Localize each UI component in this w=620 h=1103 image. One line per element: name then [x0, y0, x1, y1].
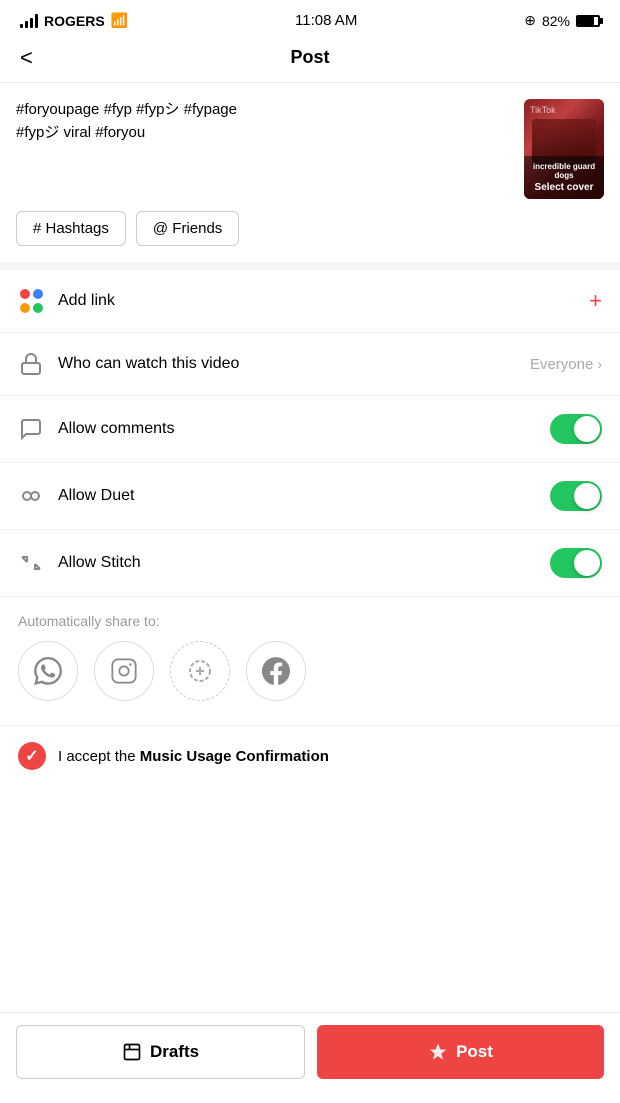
who-can-watch-value: Everyone › [530, 356, 602, 373]
status-left: ROGERS 📶 [20, 12, 128, 29]
friends-button[interactable]: @ Friends [136, 211, 239, 246]
drafts-icon [122, 1042, 142, 1062]
whatsapp-share-button[interactable] [18, 641, 78, 701]
status-bar: ROGERS 📶 11:08 AM ⊕ 82% [0, 0, 620, 37]
video-thumbnail[interactable]: TikTok incredible guard dogs Select cove… [524, 99, 604, 199]
tag-buttons: # Hashtags @ Friends [0, 211, 620, 262]
add-link-label: Add link [58, 292, 575, 310]
music-accept-checkbox[interactable]: ✓ [18, 742, 46, 770]
status-time: 11:08 AM [295, 12, 357, 29]
auto-share-label: Automatically share to: [18, 613, 602, 629]
who-can-watch-item[interactable]: Who can watch this video Everyone › [0, 333, 620, 396]
bottom-bar: Drafts Post [0, 1012, 620, 1103]
settings-list: Who can watch this video Everyone › Allo… [0, 333, 620, 597]
caption-text[interactable]: #foryoupage #fyp #fypシ #fypage#fypジ vira… [16, 99, 512, 199]
allow-stitch-item[interactable]: Allow Stitch [0, 530, 620, 597]
post-label: Post [456, 1042, 493, 1062]
carrier-label: ROGERS [44, 13, 105, 29]
add-link-item[interactable]: Add link + [0, 270, 620, 333]
add-link-icon [18, 288, 44, 314]
section-divider [0, 262, 620, 270]
allow-stitch-toggle[interactable] [550, 548, 602, 578]
battery-percentage: 82% [542, 13, 570, 29]
sparkle-icon [428, 1042, 448, 1062]
select-cover-label: Select cover [535, 182, 594, 193]
allow-comments-label: Allow comments [58, 420, 536, 438]
share-icons-row [18, 641, 602, 717]
post-button[interactable]: Post [317, 1025, 604, 1079]
add-platform-button[interactable] [170, 641, 230, 701]
allow-duet-item[interactable]: Allow Duet [0, 463, 620, 530]
header: < Post [0, 37, 620, 83]
stitch-icon [18, 550, 44, 576]
drafts-label: Drafts [150, 1042, 199, 1062]
who-can-watch-label: Who can watch this video [58, 355, 516, 373]
lock-icon [18, 351, 44, 377]
hashtags-button[interactable]: # Hashtags [16, 211, 126, 246]
thumbnail-description: incredible guard dogs [528, 162, 600, 180]
instagram-share-button[interactable] [94, 641, 154, 701]
checkmark-icon: ✓ [25, 746, 38, 766]
select-cover-overlay[interactable]: incredible guard dogs Select cover [524, 156, 604, 199]
music-acceptance-text: I accept the Music Usage Confirmation [58, 748, 329, 765]
allow-duet-toggle[interactable] [550, 481, 602, 511]
facebook-share-button[interactable] [246, 641, 306, 701]
page-title: Post [290, 47, 329, 68]
wifi-icon: 📶 [111, 12, 128, 29]
chevron-right-icon: › [597, 356, 602, 372]
music-acceptance-row: ✓ I accept the Music Usage Confirmation [0, 725, 620, 786]
comment-icon [18, 416, 44, 442]
everyone-text: Everyone [530, 356, 593, 373]
music-usage-bold: Music Usage Confirmation [140, 748, 329, 765]
signal-icon [20, 14, 38, 28]
location-icon: ⊕ [524, 12, 536, 29]
caption-section: #foryoupage #fyp #fypシ #fypage#fypジ vira… [0, 83, 620, 211]
tiktok-logo: TikTok [530, 105, 556, 115]
back-button[interactable]: < [20, 45, 33, 71]
add-link-plus-icon[interactable]: + [589, 288, 602, 314]
allow-stitch-label: Allow Stitch [58, 554, 536, 572]
duet-icon [18, 483, 44, 509]
status-right: ⊕ 82% [524, 12, 600, 29]
drafts-button[interactable]: Drafts [16, 1025, 305, 1079]
allow-comments-toggle[interactable] [550, 414, 602, 444]
auto-share-section: Automatically share to: [0, 597, 620, 725]
battery-icon [576, 15, 600, 27]
allow-comments-item[interactable]: Allow comments [0, 396, 620, 463]
allow-duet-label: Allow Duet [58, 487, 536, 505]
